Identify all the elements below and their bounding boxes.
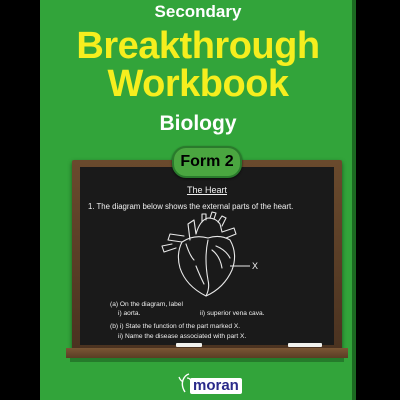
chalkboard-ledge (66, 348, 348, 358)
series-label: Secondary (154, 2, 242, 21)
question-part-b-i: (b) i) State the function of the part ma… (110, 323, 241, 330)
question-part-a-ii: ii) superior vena cava. (200, 310, 265, 317)
chalk-stick (176, 343, 202, 347)
chalk-stick (288, 343, 322, 347)
title-line-1: Breakthrough (76, 25, 320, 67)
question-part-b-ii: ii) Name the disease associated with par… (118, 333, 247, 340)
ledge-shadow (70, 358, 344, 362)
chalkboard-heading: The Heart (186, 185, 228, 195)
title-line-2: Workbook (107, 63, 289, 105)
diagram-label-x: X (252, 261, 259, 271)
question-part-a-i: i) aorta. (118, 310, 141, 317)
question-part-a: (a) On the diagram, label (110, 301, 183, 308)
subject-label: Biology (159, 112, 237, 135)
heart-diagram-icon (161, 211, 250, 297)
publisher-name: moran (190, 378, 242, 394)
form-badge: Form 2 (172, 146, 242, 178)
